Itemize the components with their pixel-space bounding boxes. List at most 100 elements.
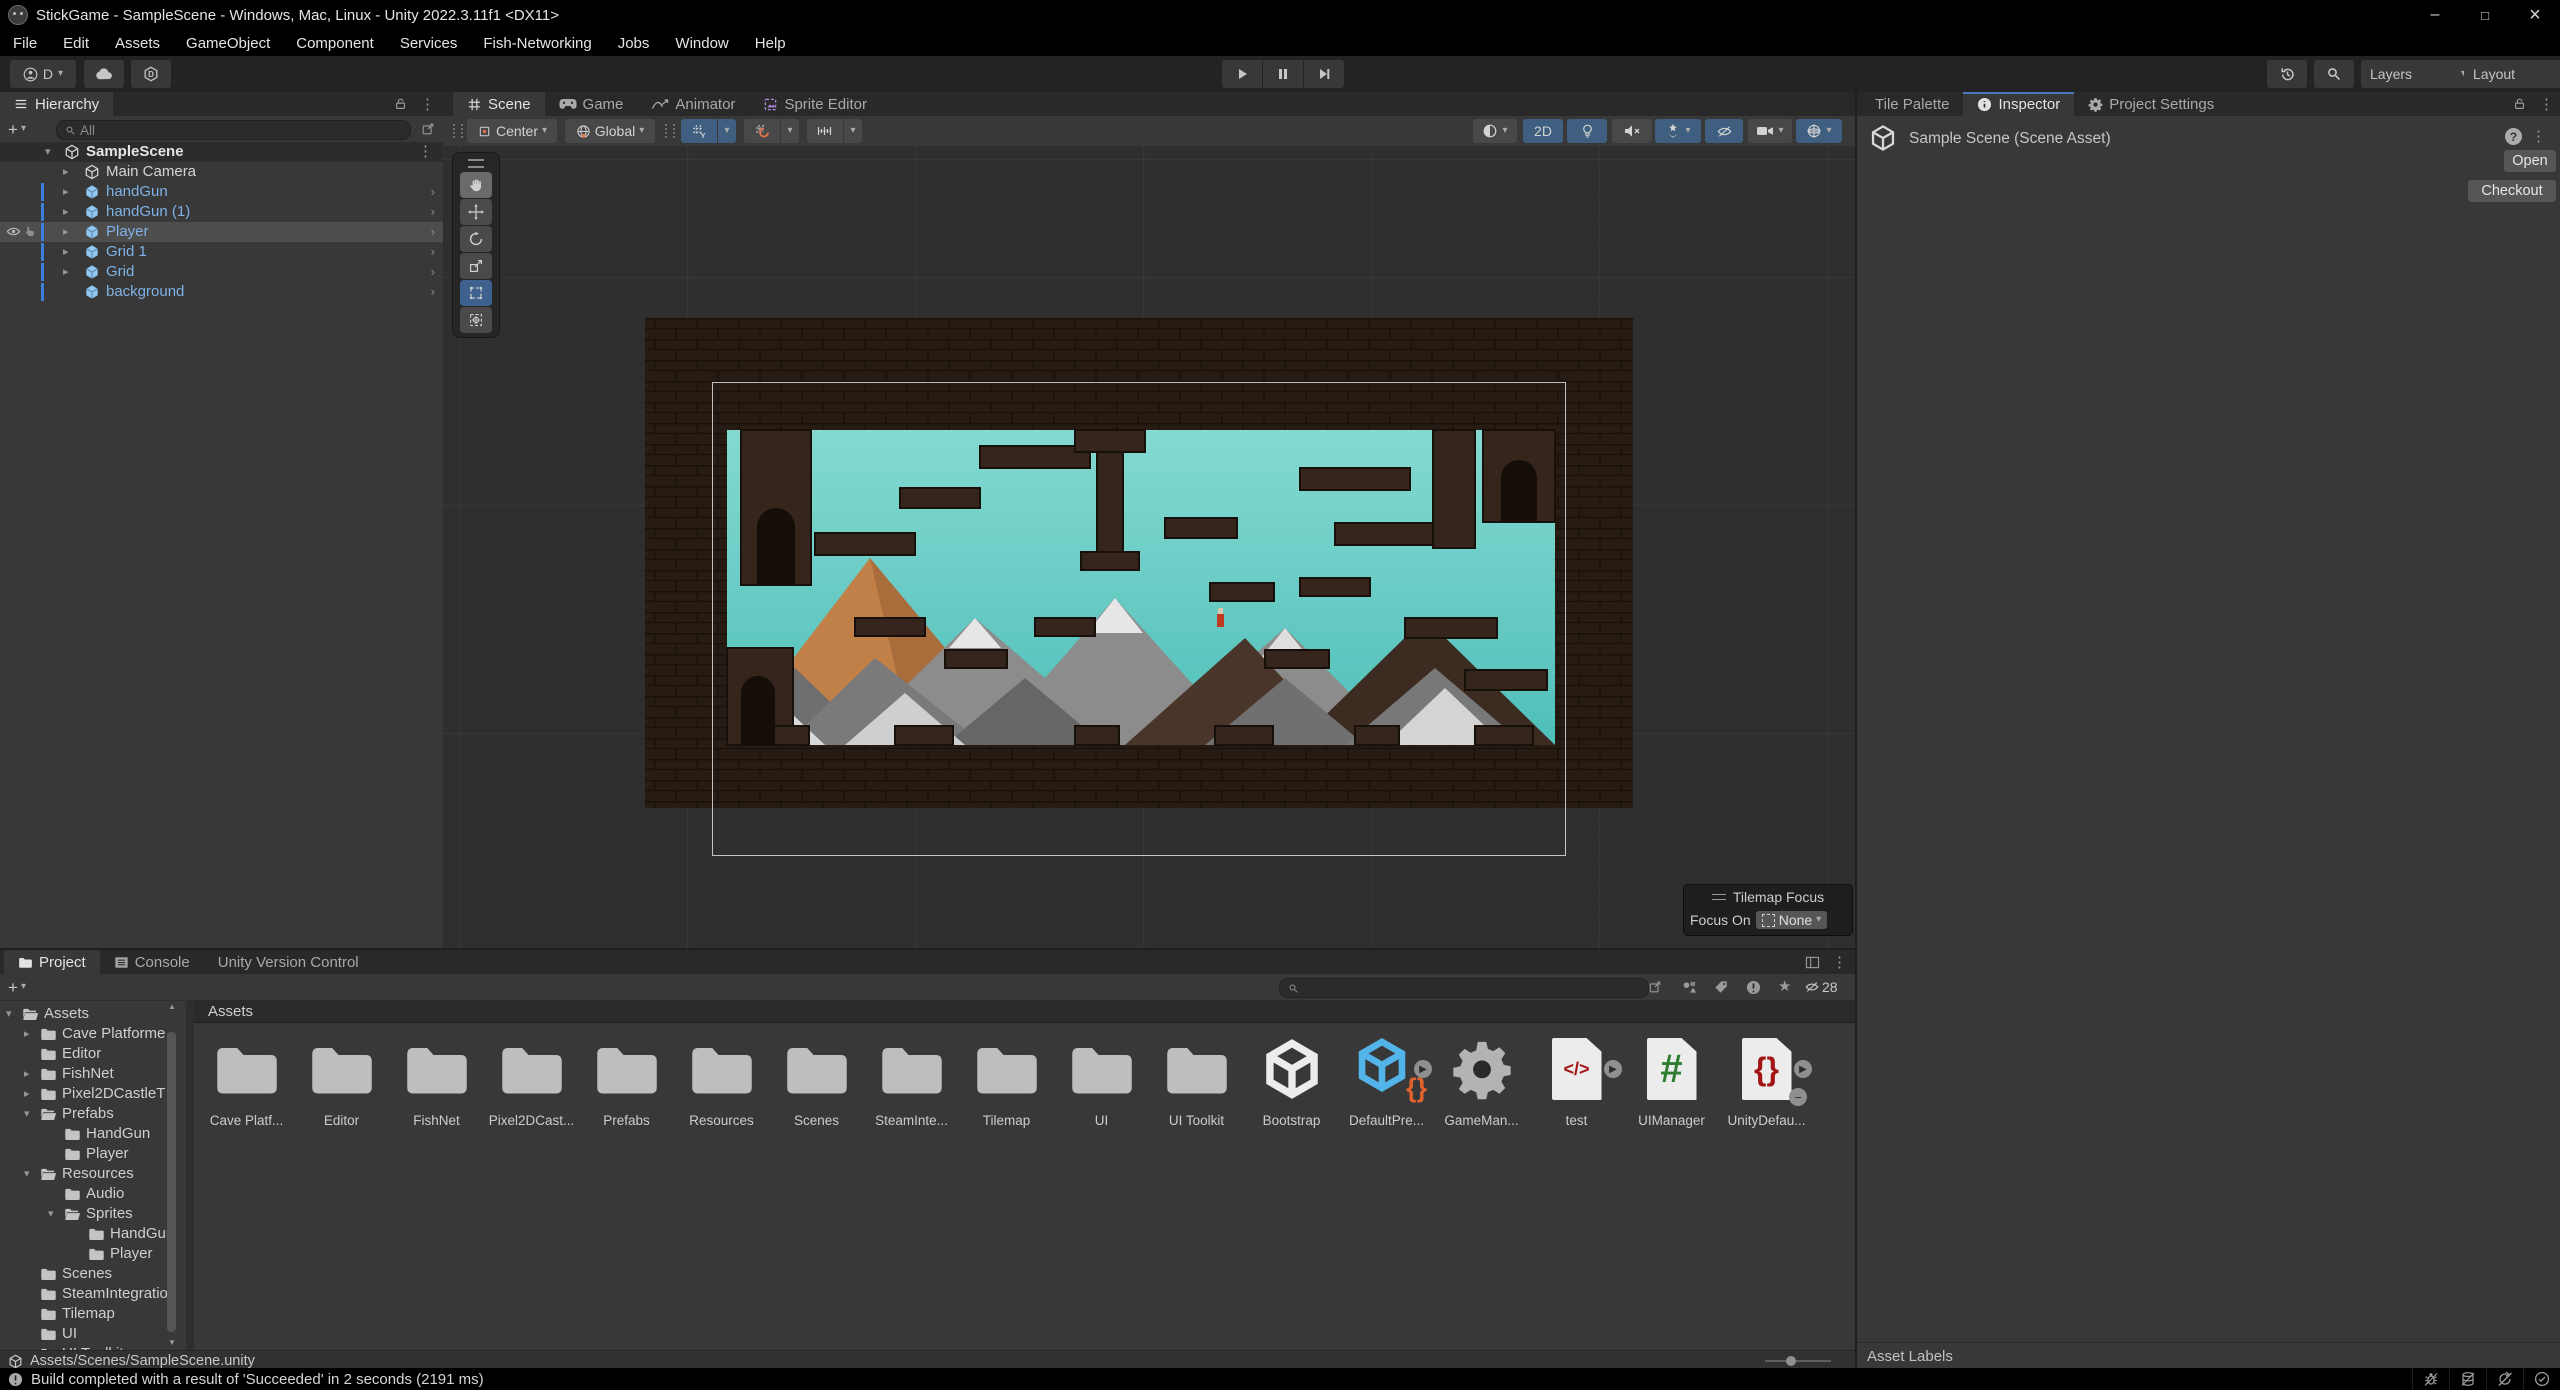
asset-item-tilemap[interactable]: Tilemap bbox=[964, 1030, 1049, 1128]
grid-visibility-button[interactable]: Y bbox=[681, 119, 717, 143]
hierarchy-row-background[interactable]: background› bbox=[0, 282, 443, 302]
drag-handle[interactable] bbox=[453, 124, 463, 138]
tab-animator[interactable]: Animator bbox=[637, 92, 749, 116]
status-info-icon[interactable] bbox=[8, 1372, 23, 1387]
asset-item-gameman[interactable]: GameMan... bbox=[1439, 1030, 1524, 1128]
tree-item-player[interactable]: Player bbox=[0, 1144, 178, 1164]
asset-item-cave-platf[interactable]: Cave Platf... bbox=[204, 1030, 289, 1128]
snap-increment-dropdown[interactable]: ▾ bbox=[844, 119, 862, 143]
asset-item-fishnet[interactable]: FishNet bbox=[394, 1030, 479, 1128]
tree-item-audio[interactable]: Audio bbox=[0, 1184, 178, 1204]
grid-snapping-dropdown[interactable]: ▾ bbox=[781, 119, 799, 143]
asset-labels-section[interactable]: Asset Labels bbox=[1857, 1342, 2560, 1369]
hidden-count-toggle[interactable]: 28 bbox=[1804, 979, 1838, 995]
row-chevron-icon[interactable]: › bbox=[431, 262, 435, 282]
layout-dropdown[interactable]: Layout ▾ bbox=[2464, 60, 2560, 88]
type-filter-icon[interactable] bbox=[1682, 980, 1697, 994]
asset-item-unitydefau[interactable]: {}▶−UnityDefau... bbox=[1724, 1030, 1809, 1128]
menu-gameobject[interactable]: GameObject bbox=[173, 30, 283, 56]
tab-project-settings[interactable]: Project Settings bbox=[2074, 92, 2228, 116]
auto-refresh-status-icon[interactable] bbox=[2486, 1368, 2523, 1390]
kebab-menu-icon[interactable]: ⋮ bbox=[418, 142, 433, 162]
tool-orientation-dropdown[interactable]: Global ▾ bbox=[565, 119, 655, 143]
tab-tile-palette[interactable]: Tile Palette bbox=[1861, 92, 1963, 116]
asset-item-bootstrap[interactable]: Bootstrap bbox=[1249, 1030, 1334, 1128]
tree-item-resources[interactable]: ▾Resources bbox=[0, 1164, 178, 1184]
menu-file[interactable]: File bbox=[0, 30, 50, 56]
expand-arrow-icon[interactable]: ▾ bbox=[48, 1204, 54, 1224]
drag-handle[interactable] bbox=[1712, 894, 1726, 900]
hierarchy-row-main-camera[interactable]: ▸Main Camera bbox=[0, 162, 443, 182]
pick-hand-icon[interactable] bbox=[23, 224, 37, 238]
tree-item-sprites[interactable]: ▾Sprites bbox=[0, 1204, 178, 1224]
asset-item-test[interactable]: </>▶test bbox=[1534, 1030, 1619, 1128]
expand-arrow-icon[interactable]: ▾ bbox=[6, 1004, 12, 1024]
tab-hierarchy[interactable]: Hierarchy bbox=[0, 92, 113, 116]
drag-handle[interactable] bbox=[665, 124, 675, 138]
create-asset-button[interactable]: +▾ bbox=[8, 974, 26, 1000]
tree-item-fishnet[interactable]: ▸FishNet bbox=[0, 1064, 178, 1084]
snap-increment-button[interactable] bbox=[807, 119, 843, 143]
lock-icon[interactable] bbox=[394, 97, 408, 111]
expand-arrow-icon[interactable]: ▸ bbox=[24, 1024, 30, 1044]
undo-history-button[interactable] bbox=[2267, 60, 2307, 88]
tab-scene[interactable]: Scene bbox=[453, 92, 545, 116]
row-chevron-icon[interactable]: › bbox=[431, 222, 435, 242]
tree-item-pixel2dcastlet[interactable]: ▸Pixel2DCastleT bbox=[0, 1084, 178, 1104]
scene-effects-dropdown[interactable]: ▾ bbox=[1655, 119, 1701, 143]
project-search-input[interactable] bbox=[1279, 978, 1649, 998]
move-tool[interactable] bbox=[460, 199, 492, 225]
create-object-button[interactable]: +▾ bbox=[8, 116, 26, 142]
tree-item-prefabs[interactable]: ▾Prefabs bbox=[0, 1104, 178, 1124]
tree-item-tilemap[interactable]: Tilemap bbox=[0, 1304, 178, 1324]
transform-tool[interactable] bbox=[460, 307, 492, 333]
picker-icon[interactable] bbox=[1648, 980, 1662, 994]
tree-item-handgun[interactable]: HandGun bbox=[0, 1224, 178, 1244]
mode-2d-toggle[interactable]: 2D bbox=[1523, 119, 1563, 143]
activity-ok-icon[interactable] bbox=[2523, 1368, 2560, 1390]
tree-item-steamintegratio[interactable]: SteamIntegratio bbox=[0, 1284, 178, 1304]
kebab-menu-icon[interactable]: ⋮ bbox=[2539, 95, 2554, 113]
tree-item-handgun[interactable]: HandGun bbox=[0, 1124, 178, 1144]
expand-arrow-icon[interactable]: ▸ bbox=[24, 1084, 30, 1104]
menu-window[interactable]: Window bbox=[662, 30, 741, 56]
tab-project[interactable]: Project bbox=[4, 950, 100, 974]
eye-icon[interactable] bbox=[6, 224, 21, 239]
scroll-down-icon[interactable]: ▼ bbox=[168, 1338, 176, 1347]
hierarchy-row-samplescene[interactable]: ▾SampleScene⋮ bbox=[0, 142, 443, 162]
expand-arrow-icon[interactable]: ▾ bbox=[24, 1164, 30, 1184]
grid-visibility-dropdown[interactable]: ▾ bbox=[718, 119, 736, 143]
asset-item-steaminte[interactable]: SteamInte... bbox=[869, 1030, 954, 1128]
hierarchy-row-handgun-1[interactable]: ▸handGun (1)› bbox=[0, 202, 443, 222]
expand-arrow-icon[interactable]: ▸ bbox=[63, 182, 69, 202]
expand-arrow-icon[interactable]: ▸ bbox=[63, 222, 69, 242]
menu-assets[interactable]: Assets bbox=[102, 30, 173, 56]
view-hand-tool[interactable] bbox=[460, 172, 492, 198]
drag-handle[interactable] bbox=[468, 159, 484, 168]
row-chevron-icon[interactable]: › bbox=[431, 242, 435, 262]
scale-tool[interactable] bbox=[460, 253, 492, 279]
cache-server-status-icon[interactable] bbox=[2449, 1368, 2486, 1390]
expand-subassets-icon[interactable]: ▶ bbox=[1794, 1060, 1812, 1078]
expand-arrow-icon[interactable]: ▸ bbox=[63, 262, 69, 282]
tab-inspector[interactable]: Inspector bbox=[1963, 92, 2074, 116]
layout-icon[interactable] bbox=[1805, 956, 1820, 969]
menu-component[interactable]: Component bbox=[283, 30, 387, 56]
focus-on-dropdown[interactable]: None ▾ bbox=[1756, 911, 1828, 929]
search-button[interactable] bbox=[2314, 60, 2354, 88]
hierarchy-row-grid-1[interactable]: ▸Grid 1› bbox=[0, 242, 443, 262]
rect-tool[interactable] bbox=[460, 280, 492, 306]
hierarchy-row-handgun[interactable]: ▸handGun› bbox=[0, 182, 443, 202]
menu-services[interactable]: Services bbox=[387, 30, 471, 56]
help-icon[interactable]: ? bbox=[2505, 128, 2522, 145]
open-button[interactable]: Open bbox=[2504, 150, 2556, 172]
expand-arrow-icon[interactable]: ▾ bbox=[24, 1104, 30, 1124]
expand-arrow-icon[interactable]: ▸ bbox=[63, 242, 69, 262]
debugger-status-icon[interactable] bbox=[2412, 1368, 2449, 1390]
expand-arrow-icon[interactable]: ▸ bbox=[24, 1064, 30, 1084]
asset-item-resources[interactable]: Resources bbox=[679, 1030, 764, 1128]
cloud-button[interactable] bbox=[84, 60, 124, 88]
asset-item-pixel2dcast[interactable]: Pixel2DCast... bbox=[489, 1030, 574, 1128]
tree-item-ui[interactable]: UI bbox=[0, 1324, 178, 1344]
asset-item-editor[interactable]: Editor bbox=[299, 1030, 384, 1128]
